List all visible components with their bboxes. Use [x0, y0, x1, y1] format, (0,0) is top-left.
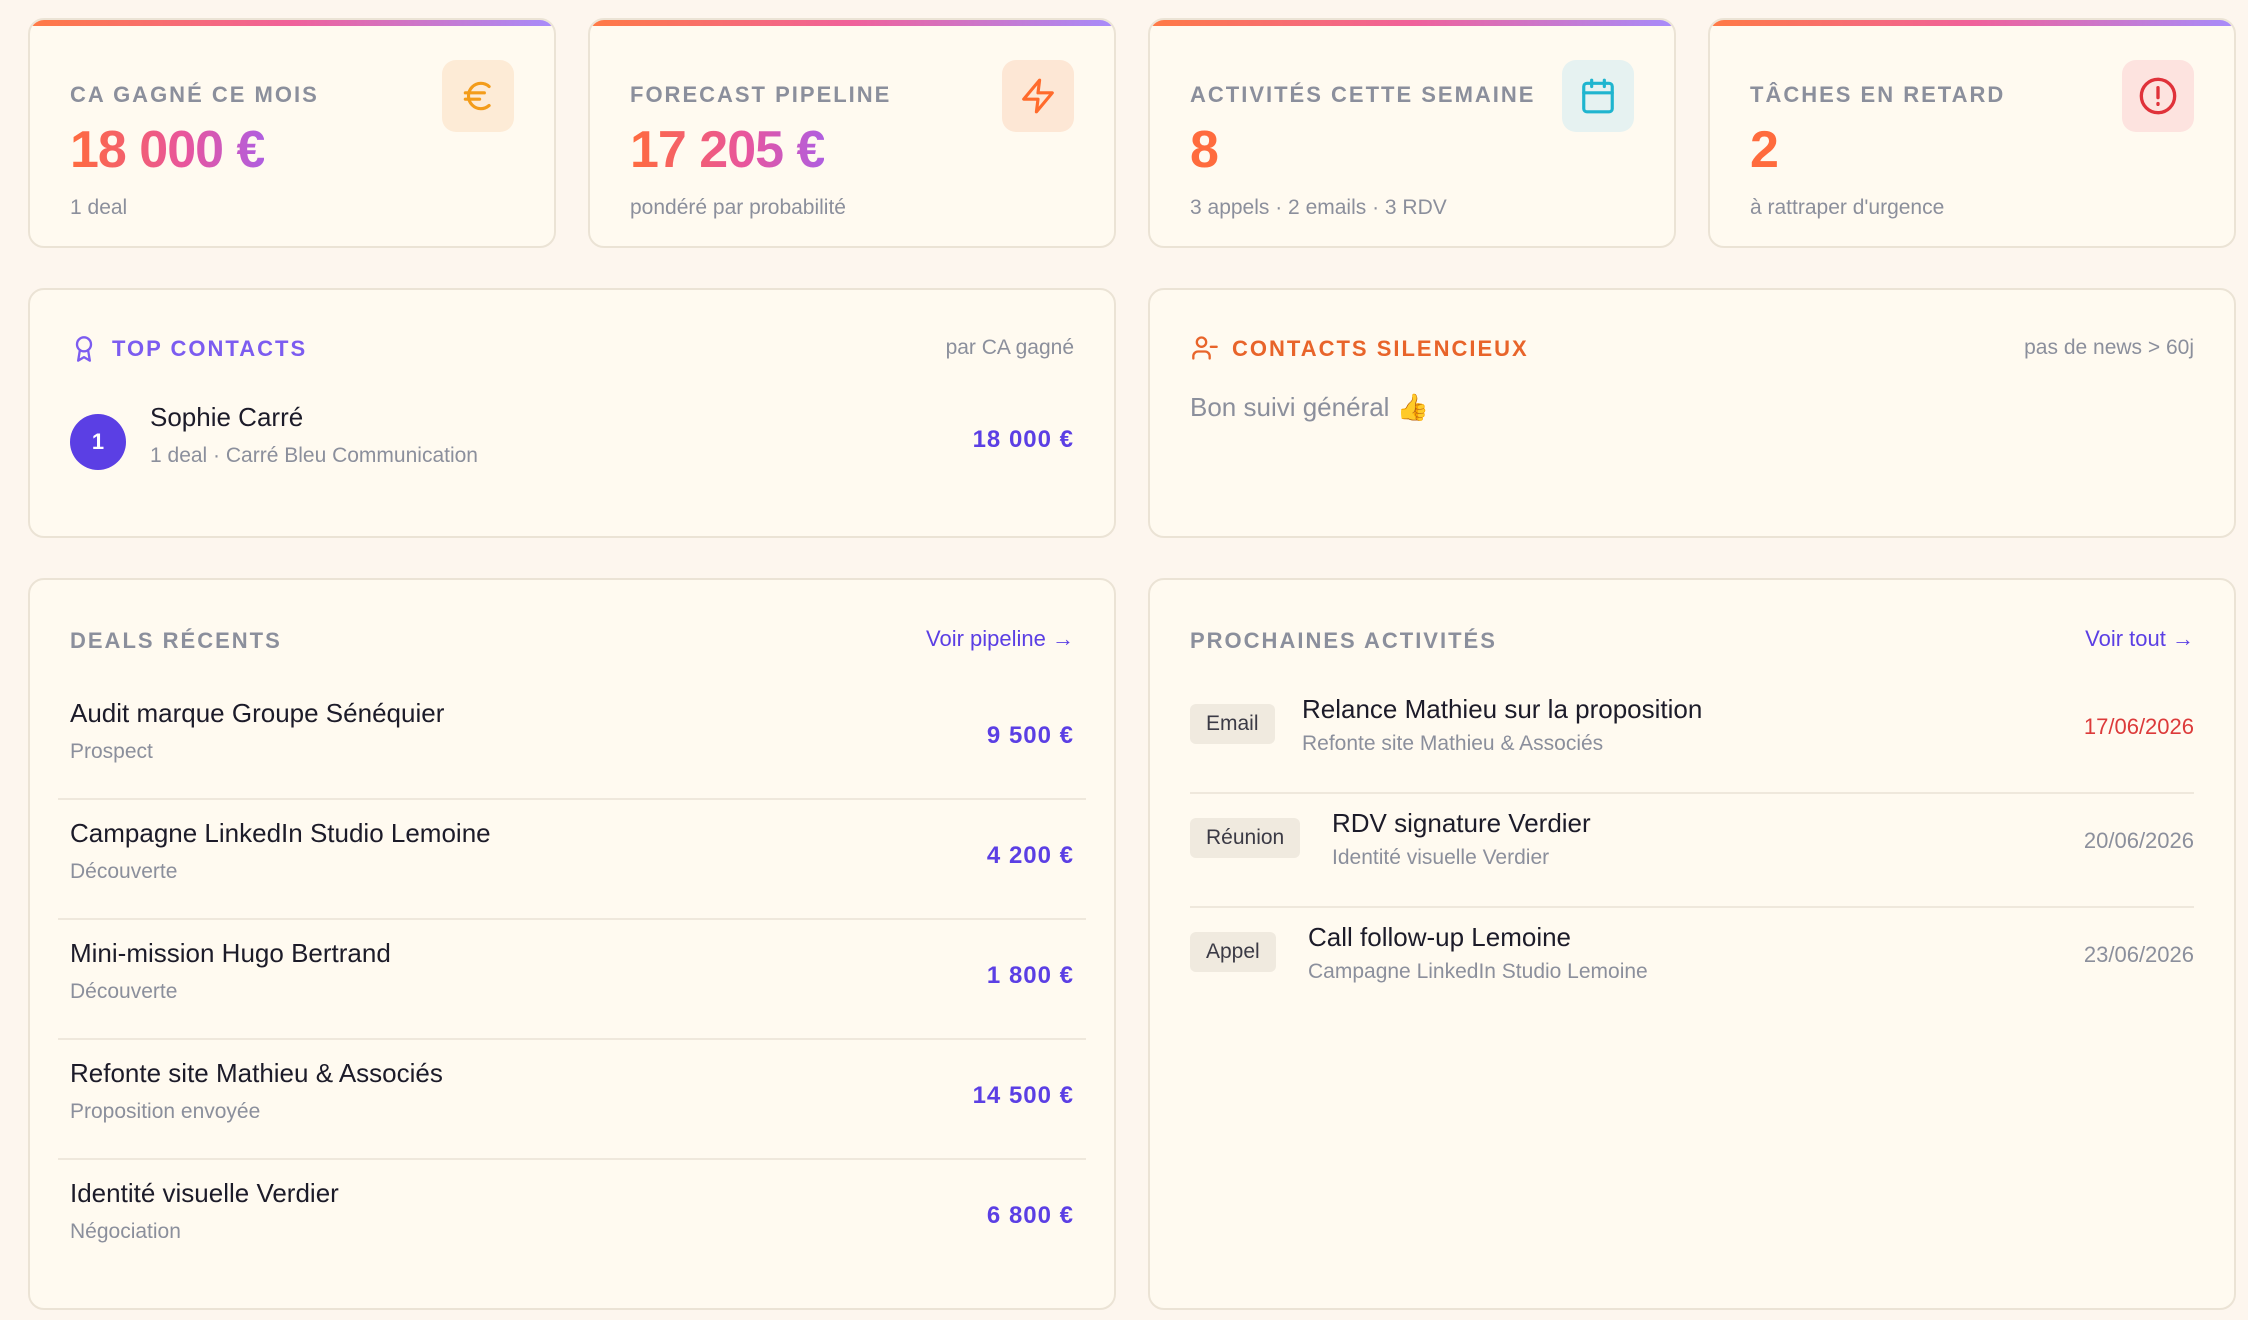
deal-amount: 4 200 € — [986, 842, 1074, 869]
top-contacts-meta: par CA gagné — [945, 336, 1074, 359]
user-icon — [1190, 334, 1220, 367]
deal-amount: 6 800 € — [986, 1202, 1074, 1229]
kpi-value: 8 — [1190, 121, 1219, 179]
activity-title: RDV signature Verdier — [1332, 808, 1591, 838]
contact-detail: 1 deal · Carré Bleu Communication — [150, 444, 478, 467]
deal-amount: 1 800 € — [986, 962, 1074, 989]
activity-row[interactable]: Email Relance Mathieu sur la proposition… — [1190, 680, 2194, 794]
view-pipeline-link[interactable]: Voir pipeline → — [926, 626, 1074, 652]
activity-title: Call follow-up Lemoine — [1308, 922, 1572, 952]
recent-deals-title: DEALS RÉCENTS — [70, 628, 282, 653]
deal-stage: Découverte — [70, 980, 178, 1003]
contact-name: Sophie Carré — [150, 402, 304, 432]
deal-name: Mini-mission Hugo Bertrand — [70, 938, 391, 968]
top-contacts-card: TOP CONTACTS par CA gagné 1 Sophie Carré… — [28, 288, 1116, 538]
silent-contacts-card: CONTACTS SILENCIEUX pas de news > 60j Bo… — [1148, 288, 2236, 538]
kpi-card-activities: ACTIVITÉS CETTE SEMAINE 8 3 appels · 2 e… — [1148, 18, 1676, 248]
recent-deals-card: DEALS RÉCENTS Voir pipeline → Audit marq… — [28, 578, 1116, 1310]
kpi-value: 17 205 € — [630, 121, 825, 179]
contact-amount: 18 000 € — [972, 426, 1074, 453]
next-activities-title: PROCHAINES ACTIVITÉS — [1190, 628, 1497, 653]
top-contacts-title: TOP CONTACTS — [112, 336, 308, 361]
kpi-sub: à rattraper d'urgence — [1750, 196, 1945, 219]
deal-stage: Découverte — [70, 860, 178, 883]
activity-row[interactable]: Réunion RDV signature Verdier Identité v… — [1190, 794, 2194, 908]
deal-stage: Prospect — [70, 740, 153, 763]
deal-row[interactable]: Refonte site Mathieu & Associés Proposit… — [58, 1040, 1086, 1160]
activity-date: 20/06/2026 — [2083, 828, 2194, 853]
deal-name: Campagne LinkedIn Studio Lemoine — [70, 818, 491, 848]
rank-badge: 1 — [70, 414, 126, 470]
activity-subtitle: Refonte site Mathieu & Associés — [1302, 732, 1604, 755]
lightning-icon — [1002, 60, 1074, 132]
alert-icon — [2122, 60, 2194, 132]
kpi-label: CA GAGNÉ CE MOIS — [70, 82, 319, 107]
activity-type-badge: Email — [1190, 704, 1275, 744]
deal-name: Identité visuelle Verdier — [70, 1178, 339, 1208]
activity-date: 23/06/2026 — [2083, 942, 2194, 967]
activity-subtitle: Campagne LinkedIn Studio Lemoine — [1308, 960, 1648, 983]
calendar-icon — [1562, 60, 1634, 132]
deal-row[interactable]: Identité visuelle Verdier Négociation 6 … — [58, 1160, 1086, 1280]
kpi-label: ACTIVITÉS CETTE SEMAINE — [1190, 82, 1536, 107]
kpi-value: 2 — [1750, 121, 1779, 179]
activity-type-badge: Réunion — [1190, 818, 1301, 858]
award-icon — [70, 334, 98, 369]
deal-name: Refonte site Mathieu & Associés — [70, 1058, 443, 1088]
silent-contacts-meta: pas de news > 60j — [2024, 336, 2194, 359]
kpi-label: TÂCHES EN RETARD — [1750, 82, 2006, 107]
kpi-value: 18 000 € — [70, 121, 265, 179]
activity-title: Relance Mathieu sur la proposition — [1302, 694, 1703, 724]
deal-amount: 14 500 € — [972, 1082, 1074, 1109]
kpi-card-forecast: FORECAST PIPELINE 17 205 € pondéré par p… — [588, 18, 1116, 248]
deal-name: Audit marque Groupe Sénéquier — [70, 698, 445, 728]
silent-contacts-message: Bon suivi général 👍 — [1190, 392, 1430, 422]
deal-stage: Proposition envoyée — [70, 1100, 261, 1123]
view-all-link[interactable]: Voir tout → — [2085, 626, 2194, 652]
deal-amount: 9 500 € — [986, 722, 1074, 749]
euro-icon — [442, 60, 514, 132]
deal-row[interactable]: Audit marque Groupe Sénéquier Prospect 9… — [58, 680, 1086, 800]
deal-row[interactable]: Mini-mission Hugo Bertrand Découverte 1 … — [58, 920, 1086, 1040]
kpi-sub: pondéré par probabilité — [630, 196, 846, 219]
activity-date: 17/06/2026 — [2083, 714, 2194, 739]
kpi-label: FORECAST PIPELINE — [630, 82, 892, 107]
silent-contacts-title: CONTACTS SILENCIEUX — [1232, 336, 1529, 361]
kpi-card-overdue-tasks: TÂCHES EN RETARD 2 à rattraper d'urgence — [1708, 18, 2236, 248]
activity-row[interactable]: Appel Call follow-up Lemoine Campagne Li… — [1190, 908, 2194, 1022]
kpi-sub: 3 appels · 2 emails · 3 RDV — [1190, 196, 1447, 219]
rank-number: 1 — [91, 429, 105, 454]
kpi-sub: 1 deal — [70, 196, 128, 219]
activity-type-badge: Appel — [1190, 932, 1276, 972]
activity-subtitle: Identité visuelle Verdier — [1332, 846, 1550, 869]
contact-row[interactable]: 1 Sophie Carré 1 deal · Carré Bleu Commu… — [70, 402, 1074, 482]
next-activities-card: PROCHAINES ACTIVITÉS Voir tout → Email R… — [1148, 578, 2236, 1310]
kpi-card-revenue: CA GAGNÉ CE MOIS 18 000 € 1 deal — [28, 18, 556, 248]
deal-stage: Négociation — [70, 1220, 181, 1243]
deal-row[interactable]: Campagne LinkedIn Studio Lemoine Découve… — [58, 800, 1086, 920]
